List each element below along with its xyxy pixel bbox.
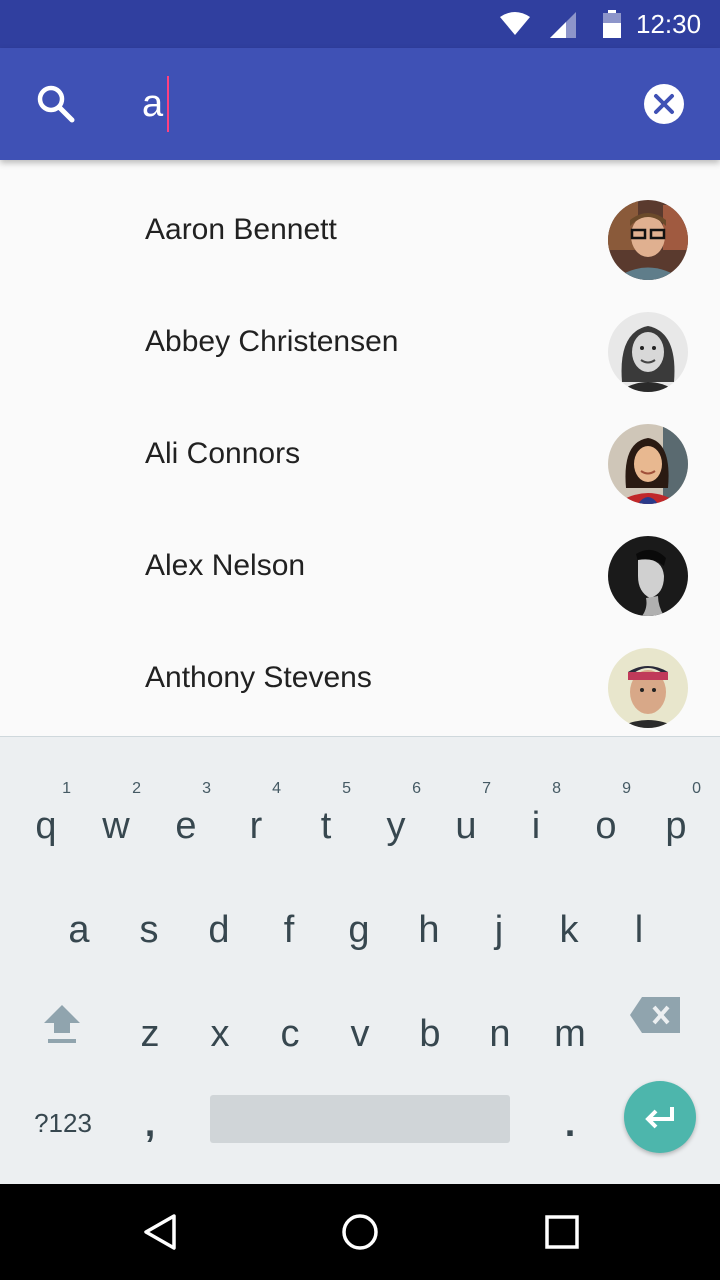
avatar-anthony (608, 648, 688, 728)
key-v[interactable]: v (325, 983, 395, 1073)
search-icon[interactable] (34, 82, 78, 126)
key-u[interactable]: 7u (431, 775, 501, 865)
search-toolbar: a (0, 48, 720, 160)
wifi-icon (500, 12, 530, 35)
contact-name: Anthony Stevens (145, 661, 372, 694)
avatar (608, 648, 688, 728)
search-results-list: Aaron Bennett Abbey Christensen Ali Conn… (0, 160, 720, 736)
period-key[interactable]: . (548, 1099, 592, 1149)
key-k[interactable]: k (534, 879, 604, 969)
avatar-alex (608, 536, 688, 616)
key-f[interactable]: f (254, 879, 324, 969)
key-z[interactable]: z (115, 983, 185, 1073)
signal-icon (550, 12, 576, 38)
key-r[interactable]: 4r (221, 775, 291, 865)
avatar (608, 312, 688, 392)
battery-icon (603, 10, 621, 38)
list-item[interactable]: Abbey Christensen (0, 284, 720, 396)
key-x[interactable]: x (185, 983, 255, 1073)
key-e[interactable]: 3e (151, 775, 221, 865)
enter-icon (645, 1107, 674, 1129)
shift-icon[interactable] (38, 999, 86, 1047)
key-y[interactable]: 6y (361, 775, 431, 865)
list-item[interactable]: Anthony Stevens (0, 620, 720, 732)
key-t[interactable]: 5t (291, 775, 361, 865)
key-d[interactable]: d (184, 879, 254, 969)
key-g[interactable]: g (324, 879, 394, 969)
status-bar: 12:30 (0, 0, 720, 48)
key-q[interactable]: 1q (11, 775, 81, 865)
key-a[interactable]: a (44, 879, 114, 969)
avatar-ali (608, 424, 688, 504)
key-j[interactable]: j (464, 879, 534, 969)
back-icon[interactable] (140, 1212, 180, 1252)
avatar (608, 424, 688, 504)
avatar (608, 536, 688, 616)
key-p[interactable]: 0p (641, 775, 711, 865)
contact-name: Ali Connors (145, 437, 301, 470)
key-n[interactable]: n (465, 983, 535, 1073)
text-caret (167, 76, 169, 132)
key-c[interactable]: c (255, 983, 325, 1073)
key-h[interactable]: h (394, 879, 464, 969)
enter-button[interactable] (624, 1081, 696, 1153)
home-icon[interactable] (340, 1212, 380, 1252)
search-input[interactable]: a (142, 76, 163, 132)
list-item[interactable]: Alex Nelson (0, 508, 720, 620)
recents-icon[interactable] (542, 1212, 582, 1252)
key-o[interactable]: 9o (571, 775, 641, 865)
key-i[interactable]: 8i (501, 775, 571, 865)
key-w[interactable]: 2w (81, 775, 151, 865)
navigation-bar (0, 1184, 720, 1280)
soft-keyboard: 1q 2w 3e 4r 5t 6y 7u 8i 9o 0p a s d f g … (0, 736, 720, 1185)
key-s[interactable]: s (114, 879, 184, 969)
key-l[interactable]: l (604, 879, 674, 969)
avatar-abbey (608, 312, 688, 392)
list-item[interactable]: Aaron Bennett (0, 172, 720, 284)
contact-name: Alex Nelson (145, 549, 306, 582)
comma-key[interactable]: , (128, 1099, 172, 1149)
contact-name: Abbey Christensen (145, 325, 399, 358)
symbols-key[interactable]: ?123 (26, 1107, 100, 1139)
contact-name: Aaron Bennett (145, 213, 337, 246)
key-m[interactable]: m (535, 983, 605, 1073)
avatar (608, 200, 688, 280)
space-bar[interactable] (210, 1095, 510, 1143)
list-item[interactable]: Ali Connors (0, 396, 720, 508)
backspace-icon[interactable] (630, 995, 682, 1035)
status-time: 12:30 (636, 9, 702, 39)
close-circle-icon[interactable] (642, 82, 686, 126)
key-b[interactable]: b (395, 983, 465, 1073)
avatar-aaron (608, 200, 688, 280)
